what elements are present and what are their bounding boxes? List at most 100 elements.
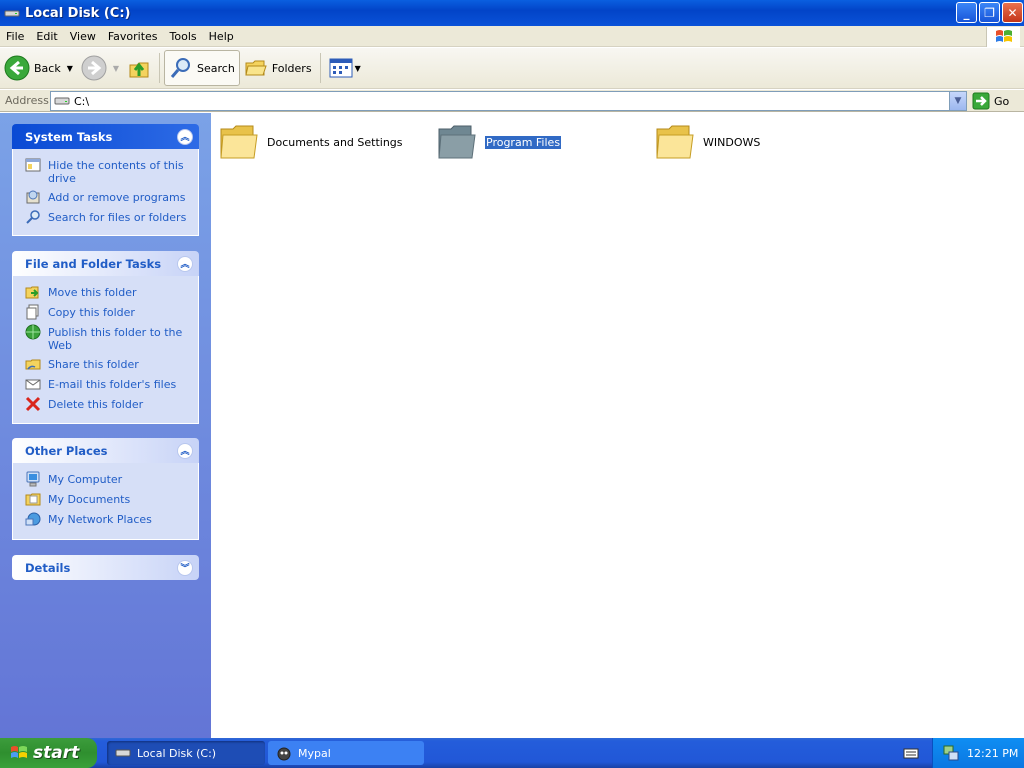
globe-icon — [25, 324, 41, 340]
my-computer-icon — [25, 471, 41, 487]
folders-icon — [245, 60, 267, 76]
go-label: Go — [994, 94, 1010, 108]
system-tasks-panel: System Tasks ︽ Hide the contents of this… — [12, 124, 199, 236]
collapse-chevron-icon[interactable]: ︽ — [177, 442, 193, 459]
drive-icon — [54, 97, 70, 105]
task-label: Move this folder — [48, 286, 137, 299]
folder-name: WINDOWS — [703, 135, 761, 149]
clock[interactable]: 12:21 PM — [967, 747, 1018, 760]
details-panel: Details ︾ — [12, 555, 199, 580]
copy-folder-icon — [25, 304, 41, 320]
task-copy-folder[interactable]: Copy this folder — [25, 304, 192, 320]
task-label: E-mail this folder's files — [48, 378, 177, 391]
system-tray: 12:21 PM — [932, 738, 1024, 768]
forward-arrow-icon — [81, 55, 107, 81]
place-my-documents[interactable]: My Documents — [25, 491, 192, 507]
folder-icon — [438, 125, 476, 159]
other-places-panel: Other Places ︽ My Computer My Documents … — [12, 438, 199, 540]
folder-icon — [656, 125, 694, 159]
back-button[interactable]: Back ▼ — [0, 50, 77, 86]
task-label: Share this folder — [48, 358, 139, 371]
taskbar-item-label: Local Disk (C:) — [137, 746, 217, 760]
file-folder-tasks-title: File and Folder Tasks — [25, 256, 162, 271]
address-input[interactable]: C:\ ▼ — [50, 91, 967, 111]
chevron-down-icon[interactable]: ▼ — [113, 64, 119, 73]
menu-edit[interactable]: Edit — [30, 30, 63, 43]
toolbar: Back ▼ ▼ Search Folders ▼ — [0, 48, 1024, 89]
taskbar: start Local Disk (C:) Mypal 12:21 PM — [0, 738, 1024, 768]
task-move-folder[interactable]: Move this folder — [25, 284, 192, 300]
close-icon: ✕ — [1007, 5, 1018, 20]
collapse-chevron-icon[interactable]: ︽ — [177, 255, 193, 272]
search-label: Search — [197, 61, 235, 75]
place-my-network-places[interactable]: My Network Places — [25, 511, 192, 527]
my-documents-icon — [25, 491, 41, 507]
menu-help[interactable]: Help — [203, 30, 240, 43]
place-my-computer[interactable]: My Computer — [25, 471, 192, 487]
address-label: Address — [5, 94, 49, 107]
forward-button[interactable]: ▼ — [77, 50, 123, 86]
task-hide-drive-contents[interactable]: Hide the contents of this drive — [25, 157, 192, 185]
system-tasks-title: System Tasks — [25, 129, 113, 144]
chevron-down-icon: ▼ — [954, 96, 962, 106]
windows-logo-icon — [11, 746, 27, 758]
go-button[interactable]: Go — [972, 92, 1009, 110]
search-icon — [170, 58, 191, 78]
start-label: start — [33, 743, 80, 763]
folders-label: Folders — [271, 61, 312, 75]
file-folder-tasks-panel: File and Folder Tasks ︽ Move this folder… — [12, 251, 199, 424]
task-email-folder[interactable]: E-mail this folder's files — [25, 376, 192, 392]
keyboard-icon[interactable] — [903, 746, 919, 760]
add-remove-programs-icon — [25, 189, 41, 205]
search-button[interactable]: Search — [164, 50, 240, 86]
folder-name: Documents and Settings — [267, 135, 403, 149]
task-search-files[interactable]: Search for files or folders — [25, 209, 192, 225]
search-icon — [25, 209, 41, 225]
task-publish-folder[interactable]: Publish this folder to the Web — [25, 324, 192, 352]
views-icon — [329, 58, 353, 78]
file-folder-tasks-body: Move this folder Copy this folder Publis… — [12, 276, 199, 424]
drive-icon — [4, 10, 20, 17]
title-bar[interactable]: Local Disk (C:) _ ❐ ✕ — [0, 0, 1024, 26]
chevron-down-icon: ▼ — [354, 63, 361, 73]
taskbar-item-local-disk[interactable]: Local Disk (C:) — [107, 741, 265, 765]
hide-contents-icon — [25, 157, 41, 173]
task-share-folder[interactable]: Share this folder — [25, 356, 192, 372]
system-tasks-body: Hide the contents of this drive Add or r… — [12, 149, 199, 236]
restore-button[interactable]: ❐ — [979, 2, 1000, 23]
other-places-header[interactable]: Other Places ︽ — [12, 438, 199, 463]
back-arrow-icon — [4, 55, 30, 81]
folder-item[interactable]: WINDOWS — [655, 123, 760, 161]
file-folder-tasks-header[interactable]: File and Folder Tasks ︽ — [12, 251, 199, 276]
menu-file[interactable]: File — [0, 30, 30, 43]
taskbar-item-mypal[interactable]: Mypal — [268, 741, 424, 765]
menu-tools[interactable]: Tools — [164, 30, 203, 43]
minimize-icon: _ — [963, 5, 970, 20]
folders-button[interactable]: Folders — [240, 50, 316, 86]
collapse-chevron-icon[interactable]: ︽ — [177, 128, 193, 145]
menu-view[interactable]: View — [64, 30, 102, 43]
task-label: Add or remove programs — [48, 191, 186, 204]
task-label: Search for files or folders — [48, 211, 187, 224]
task-label: Publish this folder to the Web — [48, 326, 183, 352]
file-list-view[interactable]: Documents and Settings Program Files WIN… — [211, 113, 1024, 738]
address-bar: Address C:\ ▼ Go — [0, 90, 1024, 112]
start-button[interactable]: start — [0, 738, 97, 768]
back-label: Back — [34, 61, 61, 75]
minimize-button[interactable]: _ — [956, 2, 977, 23]
menu-favorites[interactable]: Favorites — [102, 30, 164, 43]
task-add-remove-programs[interactable]: Add or remove programs — [25, 189, 192, 205]
close-button[interactable]: ✕ — [1002, 2, 1023, 23]
system-tasks-header[interactable]: System Tasks ︽ — [12, 124, 199, 149]
chevron-down-icon[interactable]: ▼ — [67, 64, 73, 73]
network-tray-icon[interactable] — [943, 745, 959, 761]
address-dropdown-button[interactable]: ▼ — [949, 92, 966, 110]
up-folder-button[interactable] — [123, 50, 155, 86]
views-button[interactable]: ▼ — [325, 50, 365, 86]
expand-chevron-icon[interactable]: ︾ — [177, 559, 193, 576]
details-header[interactable]: Details ︾ — [12, 555, 199, 580]
network-places-icon — [25, 511, 41, 527]
folder-item-selected[interactable]: Program Files — [437, 123, 562, 161]
task-delete-folder[interactable]: Delete this folder — [25, 396, 192, 412]
folder-item[interactable]: Documents and Settings — [219, 123, 403, 161]
